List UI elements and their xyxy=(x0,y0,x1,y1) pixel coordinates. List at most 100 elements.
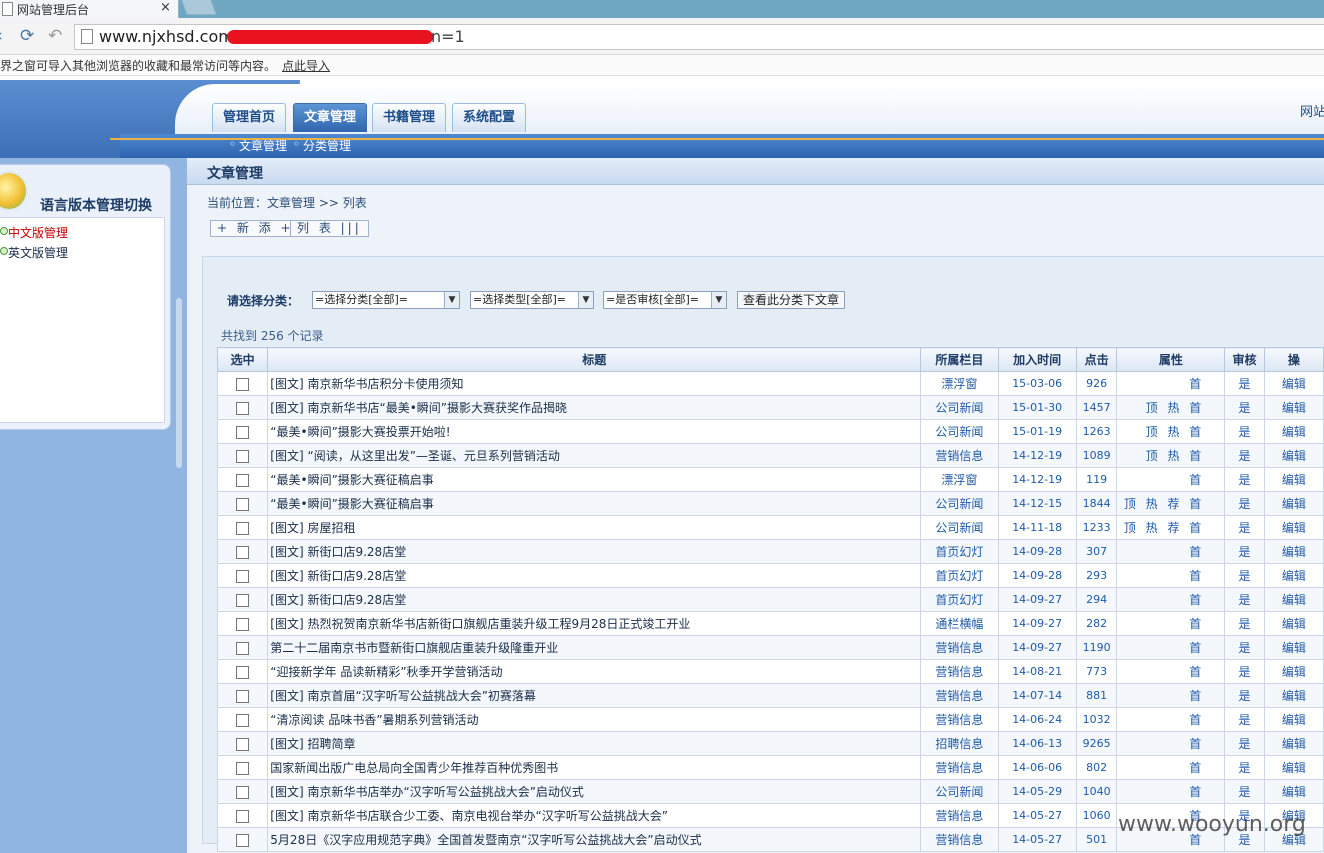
address-bar[interactable]: www.njxhsd.com n=1 xyxy=(74,24,1324,50)
article-title[interactable]: [图文] 招聘简章 xyxy=(267,731,922,756)
type-select[interactable]: =选择类型[全部]= ▼ xyxy=(470,291,594,309)
article-title[interactable]: “迎接新学年 品读新精彩”秋季开学营销活动 xyxy=(267,659,922,684)
edit-link[interactable]: 编辑 xyxy=(1263,467,1324,492)
row-checkbox[interactable] xyxy=(236,641,250,655)
browser-tab[interactable]: 网站管理后台 × xyxy=(0,0,179,18)
table-row: 国家新闻出版广电总局向全国青少年推荐百种优秀图书 营销信息 14-06-06 802 首… xyxy=(216,755,1324,780)
article-hits: 501 xyxy=(1075,827,1118,852)
article-title[interactable]: “清凉阅读 品味书香”暑期系列营销活动 xyxy=(267,707,922,732)
row-checkbox[interactable] xyxy=(236,377,250,391)
edit-link[interactable]: 编辑 xyxy=(1263,731,1324,756)
edit-link[interactable]: 编辑 xyxy=(1263,491,1324,516)
article-title[interactable]: [图文] 南京新华书店举办“汉字听写公益挑战大会”启动仪式 xyxy=(267,779,922,804)
article-date: 14-11-18 xyxy=(997,515,1077,540)
article-title[interactable]: [图文] 南京新华书店“最美•瞬间”摄影大赛获奖作品揭晓 xyxy=(267,395,922,420)
row-checkbox[interactable] xyxy=(236,401,250,415)
table-row: [图文] 新街口店9.28店堂 首页幻灯 14-09-27 294 首是编辑 xyxy=(216,587,1324,612)
article-title[interactable]: 第二十二届南京书市暨新街口旗舰店重装升级隆重开业 xyxy=(267,635,922,660)
sidebar-splitter[interactable] xyxy=(176,298,182,468)
article-date: 14-12-19 xyxy=(997,443,1077,468)
article-attributes: 首 xyxy=(1116,683,1226,708)
edit-link[interactable]: 编辑 xyxy=(1263,683,1324,708)
tab-article-management[interactable]: 文章管理 xyxy=(293,103,368,132)
row-checkbox[interactable] xyxy=(236,593,250,607)
sidebar-item-chinese[interactable]: 中文版管理 xyxy=(0,224,68,241)
article-date: 14-05-29 xyxy=(997,779,1077,804)
row-checkbox[interactable] xyxy=(236,785,250,799)
row-checkbox[interactable] xyxy=(236,809,250,823)
row-checkbox[interactable] xyxy=(236,449,250,463)
refresh-icon[interactable]: ⟳ xyxy=(20,26,34,46)
page-icon xyxy=(2,2,13,16)
article-title[interactable]: [图文] 新街口店9.28店堂 xyxy=(267,587,922,612)
tab-admin-home[interactable]: 管理首页 xyxy=(212,103,287,132)
edit-link[interactable]: 编辑 xyxy=(1263,443,1324,468)
article-audit: 是 xyxy=(1224,539,1265,564)
close-icon[interactable]: × xyxy=(160,0,171,15)
row-checkbox[interactable] xyxy=(236,425,250,439)
table-row: [图文] 热烈祝贺南京新华书店新街口旗舰店重装升级工程9月28日正式竣工开业 通栏… xyxy=(216,611,1324,636)
edit-link[interactable]: 编辑 xyxy=(1263,395,1324,420)
edit-link[interactable]: 编辑 xyxy=(1263,611,1324,636)
tab-system-config[interactable]: 系统配置 xyxy=(452,103,527,132)
article-title[interactable]: [图文] “阅读，从这里出发”—圣诞、元旦系列营销活动 xyxy=(267,443,922,468)
edit-link[interactable]: 编辑 xyxy=(1263,563,1324,588)
edit-link[interactable]: 编辑 xyxy=(1263,707,1324,732)
row-checkbox[interactable] xyxy=(236,689,250,703)
article-title[interactable]: 国家新闻出版广电总局向全国青少年推荐百种优秀图书 xyxy=(267,755,922,780)
article-category: 营销信息 xyxy=(920,635,999,660)
audit-select[interactable]: =是否审核[全部]= ▼ xyxy=(603,291,727,309)
edit-link[interactable]: 编辑 xyxy=(1263,635,1324,660)
category-select[interactable]: =选择分类[全部]= ▼ xyxy=(312,291,460,309)
edit-link[interactable]: 编辑 xyxy=(1263,419,1324,444)
row-checkbox[interactable] xyxy=(236,665,250,679)
back-icon[interactable]: ‹ xyxy=(0,26,3,46)
edit-link[interactable]: 编辑 xyxy=(1263,371,1324,396)
article-title[interactable]: “最美•瞬间”摄影大赛投票开始啦! xyxy=(267,419,922,444)
article-title[interactable]: [图文] 南京首届“汉字听写公益挑战大会”初赛落幕 xyxy=(267,683,922,708)
edit-link[interactable]: 编辑 xyxy=(1263,755,1324,780)
subnav-category-management[interactable]: 分类管理 xyxy=(303,137,351,154)
main-content: 文章管理 当前位置：文章管理 >> 列表 + 新 添 + 列 表 ||| 请选择… xyxy=(187,158,1324,853)
article-title[interactable]: 5月28日《汉字应用规范字典》全国首发暨南京“汉字听写公益挑战大会”启动仪式 xyxy=(267,827,922,852)
article-title[interactable]: [图文] 热烈祝贺南京新华书店新街口旗舰店重装升级工程9月28日正式竣工开业 xyxy=(267,611,922,636)
sidebar-item-english[interactable]: 英文版管理 xyxy=(0,244,68,261)
article-title[interactable]: [图文] 南京新华书店积分卡使用须知 xyxy=(267,371,922,396)
article-attributes: 顶 热 荐 首 xyxy=(1116,515,1226,540)
row-checkbox[interactable] xyxy=(236,473,250,487)
edit-link[interactable]: 编辑 xyxy=(1263,587,1324,612)
article-title[interactable]: “最美•瞬间”摄影大赛征稿启事 xyxy=(267,491,922,516)
list-button[interactable]: 列 表 ||| xyxy=(290,220,369,237)
row-checkbox[interactable] xyxy=(236,497,250,511)
row-checkbox[interactable] xyxy=(236,569,250,583)
row-checkbox[interactable] xyxy=(236,545,250,559)
article-hits: 1089 xyxy=(1075,443,1118,468)
article-title[interactable]: “最美•瞬间”摄影大赛征稿启事 xyxy=(267,467,922,492)
edit-link[interactable]: 编辑 xyxy=(1263,515,1324,540)
edit-link[interactable]: 编辑 xyxy=(1263,659,1324,684)
subnav-article-management[interactable]: 文章管理 xyxy=(239,137,287,154)
row-checkbox[interactable] xyxy=(236,737,250,751)
new-tab-button[interactable] xyxy=(181,0,217,15)
article-category: 公司新闻 xyxy=(920,779,999,804)
article-title[interactable]: [图文] 南京新华书店联合少工委、南京电视台举办“汉字听写公益挑战大会” xyxy=(267,803,922,828)
article-title[interactable]: [图文] 新街口店9.28店堂 xyxy=(267,563,922,588)
view-category-button[interactable]: 查看此分类下文章 xyxy=(737,291,846,309)
article-hits: 307 xyxy=(1075,539,1118,564)
table-row: [图文] “阅读，从这里出发”—圣诞、元旦系列营销活动 营销信息 14-12-19 1… xyxy=(216,443,1324,468)
row-checkbox[interactable] xyxy=(236,521,250,535)
edit-link[interactable]: 编辑 xyxy=(1263,779,1324,804)
import-link[interactable]: 点此导入 xyxy=(282,57,330,74)
article-title[interactable]: [图文] 房屋招租 xyxy=(267,515,922,540)
tab-book-management[interactable]: 书籍管理 xyxy=(372,103,447,132)
row-checkbox[interactable] xyxy=(236,617,250,631)
add-button[interactable]: + 新 添 + xyxy=(210,220,301,237)
row-checkbox[interactable] xyxy=(236,761,250,775)
row-checkbox[interactable] xyxy=(236,713,250,727)
row-checkbox[interactable] xyxy=(236,833,250,847)
undo-icon[interactable]: ↶ xyxy=(48,26,62,46)
edit-link[interactable]: 编辑 xyxy=(1263,539,1324,564)
article-attributes: 首 xyxy=(1116,563,1226,588)
article-title[interactable]: [图文] 新街口店9.28店堂 xyxy=(267,539,922,564)
row-checkbox-cell xyxy=(216,803,269,828)
